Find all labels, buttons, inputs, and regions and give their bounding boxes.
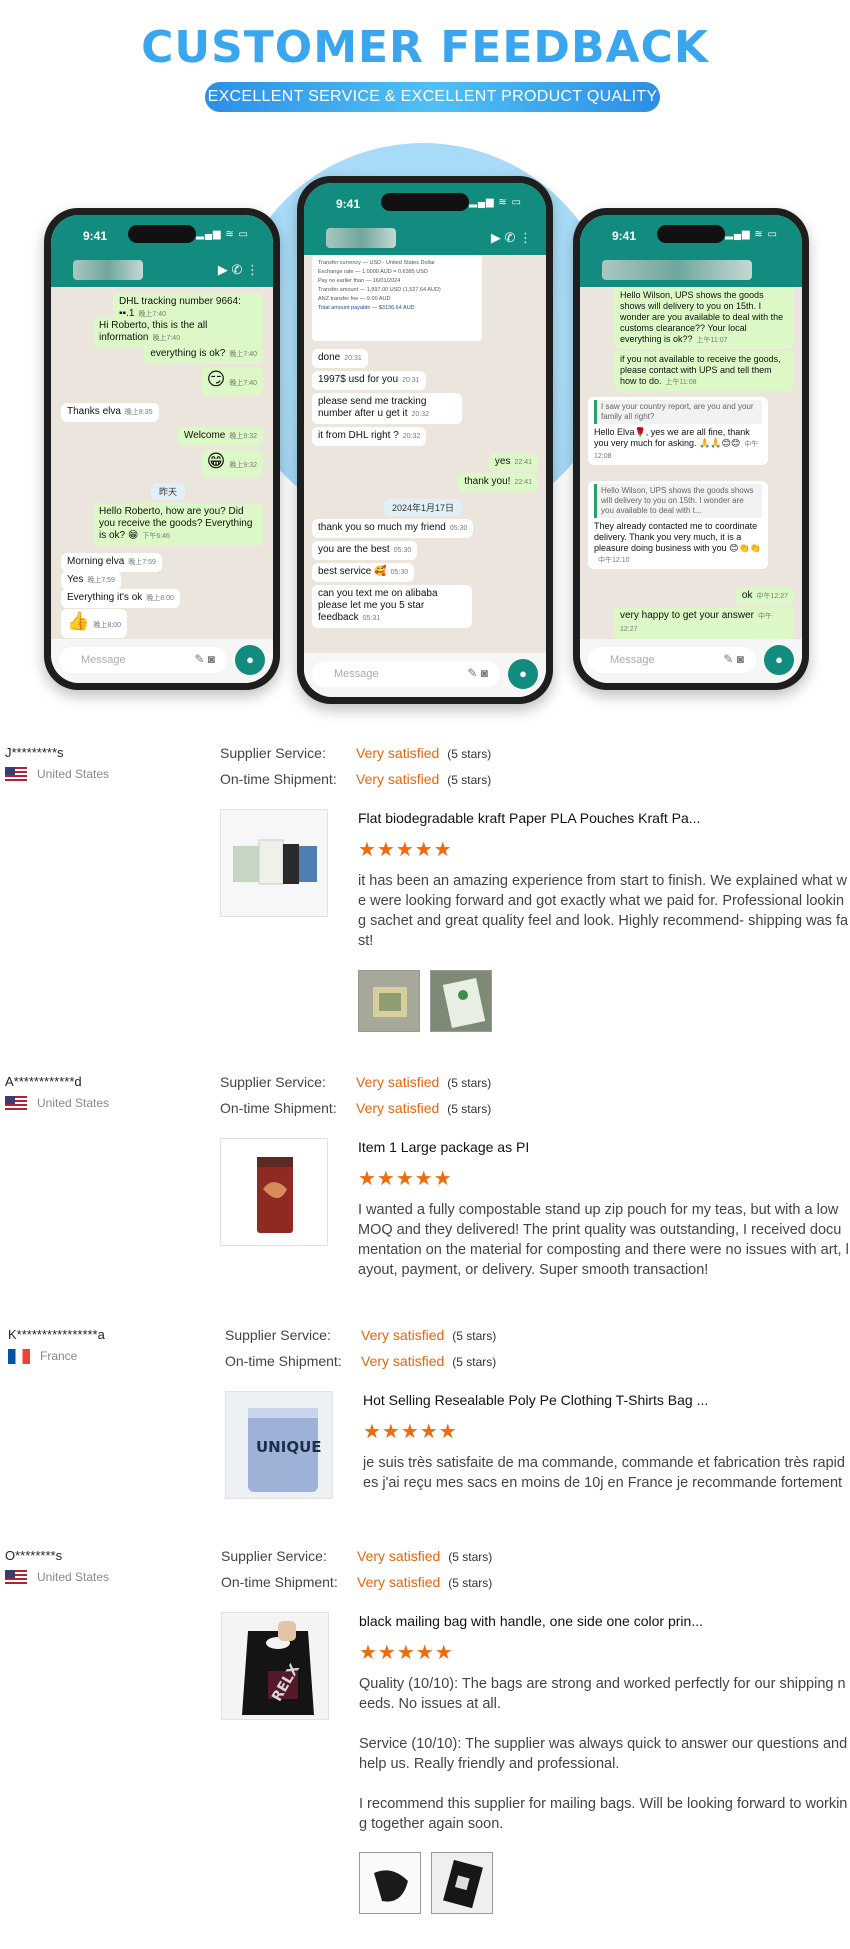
review-text: je suis très satisfaite de ma commande, … xyxy=(363,1455,845,1491)
call-icons: ▶ ✆ ⋮ xyxy=(490,230,532,245)
chat-message: please send me tracking number after u g… xyxy=(312,393,462,424)
contact-name-blurred xyxy=(602,260,752,280)
chat-message: 1997$ usd for you 20:31 xyxy=(312,371,426,390)
signal-icon: ▂▄▆ ≋ ▭ xyxy=(725,229,778,240)
status-time: 9:41 xyxy=(612,229,637,243)
chat-message: ok 中午12:27 xyxy=(735,587,794,606)
contact-name-blurred xyxy=(326,228,396,248)
chat-message: done 20:31 xyxy=(312,349,368,368)
signal-icon: ▂▄▆ ≋ ▭ xyxy=(469,197,522,208)
chat-message: best service 🥰 05:30 xyxy=(312,563,415,582)
chat-message: 😁 晚上9:32 xyxy=(200,449,263,478)
chat-message: thank you! 22:41 xyxy=(458,473,538,492)
contact-name-blurred xyxy=(73,260,143,280)
chat-message: can you text me on alibaba please let me… xyxy=(312,585,472,628)
mic-icon[interactable]: ● xyxy=(235,645,265,675)
chat-message: Hello Wilson, UPS shows the goods shows … xyxy=(588,481,768,569)
bank-transfer-document: Transfer currency — USD - United States … xyxy=(312,255,482,341)
us-flag-icon xyxy=(5,767,27,783)
product-title[interactable]: Flat biodegradable kraft Paper PLA Pouch… xyxy=(358,810,738,826)
mic-icon[interactable]: ● xyxy=(764,645,794,675)
chat-body: Transfer currency — USD - United States … xyxy=(304,255,546,653)
chat-message: thank you so much my friend 05:30 xyxy=(312,519,474,538)
chat-message: very happy to get your answer 中午12:27 xyxy=(614,607,794,639)
shipment-rating: On-time Shipment: Very satisfied (5 stars) xyxy=(225,1353,497,1369)
chat-message: Hello Roberto, how are you? Did you rece… xyxy=(93,503,263,546)
phone-screenshot-center: 9:41 ▂▄▆ ≋ ▭ ▶ ✆ ⋮ Transfer currency — US… xyxy=(297,176,553,704)
star-rating: ★★★★★ xyxy=(358,1168,453,1190)
page-subtitle: EXCELLENT SERVICE & EXCELLENT PRODUCT QU… xyxy=(205,82,660,112)
page-title: CUSTOMER FEEDBACK xyxy=(141,22,709,73)
reviewer-name: A************d xyxy=(5,1074,82,1089)
chat-message: 😏 晚上7:40 xyxy=(200,367,263,396)
chat-message: you are the best 05:30 xyxy=(312,541,418,560)
reviewer-country: United States xyxy=(5,1570,109,1586)
phone-screenshot-right: 9:41 ▂▄▆ ≋ ▭ Hello Wilson, UPS shows the … xyxy=(573,208,809,690)
camera-icon: ✎ ◙ xyxy=(467,666,488,680)
supplier-service-rating: Supplier Service: Very satisfied (5 stars) xyxy=(220,1074,492,1090)
signal-icon: ▂▄▆ ≋ ▭ xyxy=(196,229,249,240)
review-photo[interactable] xyxy=(430,970,492,1032)
shipment-rating: On-time Shipment: Very satisfied (5 stars) xyxy=(221,1574,493,1590)
chat-message: Welcome 晚上9:32 xyxy=(177,427,263,446)
review-text: Quality (10/10): The bags are strong and… xyxy=(359,1676,848,1832)
reviewer-country: United States xyxy=(5,767,109,783)
product-image[interactable]: RELX xyxy=(221,1612,329,1720)
chat-body: DHL tracking number 9664: ▪▪.1 晚上7:40 Hi … xyxy=(51,287,273,639)
chat-message: if you not available to receive the good… xyxy=(614,351,794,391)
camera-icon: ✎ ◙ xyxy=(194,652,215,666)
chat-message: Hi Roberto, this is the all information 晚… xyxy=(93,317,263,348)
status-time: 9:41 xyxy=(336,197,361,211)
us-flag-icon xyxy=(5,1570,27,1586)
star-rating: ★★★★★ xyxy=(359,1642,454,1664)
product-title[interactable]: black mailing bag with handle, one side … xyxy=(359,1613,739,1629)
reviewer-name: O********s xyxy=(5,1548,63,1563)
call-icons: ▶ ✆ ⋮ xyxy=(217,262,259,277)
product-title[interactable]: Item 1 Large package as PI xyxy=(358,1139,738,1155)
chat-message: Everything it's ok 晚上8:00 xyxy=(61,589,180,608)
review-photo[interactable] xyxy=(359,1852,421,1914)
supplier-service-rating: Supplier Service: Very satisfied (5 stars) xyxy=(220,745,492,761)
review-text: I wanted a fully compostable stand up zi… xyxy=(358,1202,849,1278)
france-flag-icon xyxy=(8,1349,30,1365)
reviewer-name: J*********s xyxy=(5,745,64,760)
star-rating: ★★★★★ xyxy=(363,1421,458,1443)
date-chip: 2024年1月17日 xyxy=(384,499,463,516)
camera-icon: ✎ ◙ xyxy=(723,652,744,666)
phone-screenshot-left: 9:41 ▂▄▆ ≋ ▭ ▶ ✆ ⋮ DHL tracking number 96… xyxy=(44,208,280,690)
star-rating: ★★★★★ xyxy=(358,839,453,861)
mic-icon[interactable]: ● xyxy=(508,659,538,689)
review-photo[interactable] xyxy=(431,1852,493,1914)
supplier-service-rating: Supplier Service: Very satisfied (5 stars) xyxy=(225,1327,497,1343)
product-image[interactable]: UNIQUE xyxy=(225,1391,333,1499)
reviewer-name: K****************a xyxy=(8,1327,105,1342)
product-image[interactable] xyxy=(220,1138,328,1246)
chat-message: it from DHL right ? 20:32 xyxy=(312,427,427,446)
product-image[interactable] xyxy=(220,809,328,917)
reviewer-country: United States xyxy=(5,1096,109,1112)
product-image-label: UNIQUE xyxy=(256,1438,322,1456)
chat-message: Hello Wilson, UPS shows the goods shows … xyxy=(614,287,794,349)
status-time: 9:41 xyxy=(83,229,108,243)
chat-message: Yes 晚上7:59 xyxy=(61,571,121,590)
chat-body: Hello Wilson, UPS shows the goods shows … xyxy=(580,287,802,639)
supplier-service-rating: Supplier Service: Very satisfied (5 stars) xyxy=(221,1548,493,1564)
shipment-rating: On-time Shipment: Very satisfied (5 stars) xyxy=(220,1100,492,1116)
chat-message: I saw your country report, are you and y… xyxy=(588,397,768,465)
chat-message: Morning elva 晚上7:59 xyxy=(61,553,162,572)
chat-message: everything is ok? 晚上7:40 xyxy=(144,345,263,364)
review-photo[interactable] xyxy=(358,970,420,1032)
chat-message: yes 22:41 xyxy=(488,453,538,472)
shipment-rating: On-time Shipment: Very satisfied (5 stars) xyxy=(220,771,492,787)
review-text: it has been an amazing experience from s… xyxy=(358,873,849,949)
us-flag-icon xyxy=(5,1096,27,1112)
chat-message: 👍 晚上8:00 xyxy=(61,609,128,638)
chat-message: Thanks elva 晚上8:35 xyxy=(61,403,159,422)
reviewer-country: France xyxy=(8,1349,77,1365)
date-chip: 昨天 xyxy=(151,483,186,500)
product-title[interactable]: Hot Selling Resealable Poly Pe Clothing … xyxy=(363,1392,743,1408)
